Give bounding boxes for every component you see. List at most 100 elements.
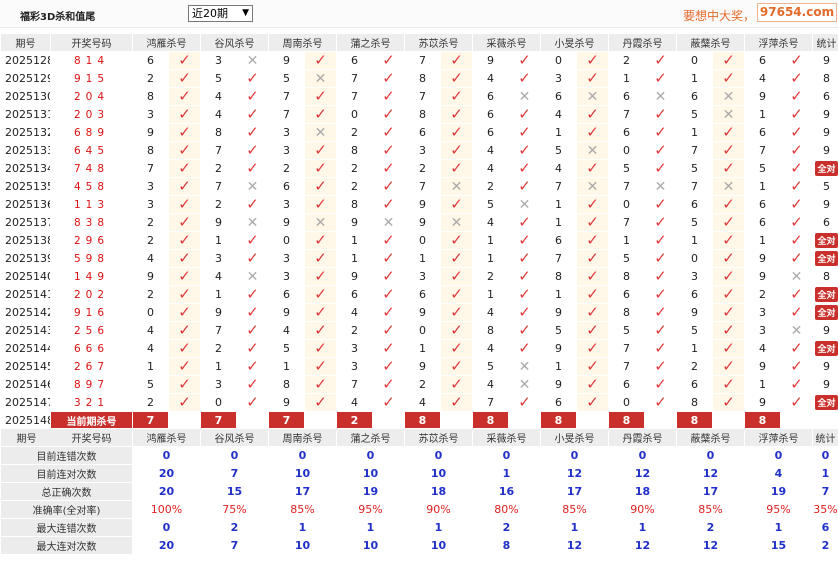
result-mark-cell: ✓ [372,141,405,160]
result-mark-cell: ✓ [168,195,201,214]
kill-number-cell: 5 [676,213,713,232]
kill-number-cell: 0 [608,141,645,160]
check-icon: ✓ [178,375,191,393]
table-row: 2025143 256 4 ✓ 7 ✓ 4 ✓ 2 ✓ 0 ✓ 8 ✓ 5 ✓ 5 ✓ 5 ✓ 3 ✕ 9 [0,321,838,340]
kill-number-cell: 1 [540,123,577,142]
stats-value: 0 [744,446,813,465]
cross-icon: ✕ [246,268,259,285]
result-mark-cell: ✓ [644,393,677,412]
check-icon: ✓ [178,141,191,159]
draw-number-cell: 689 [50,123,133,142]
stats-value: 10 [336,536,405,555]
table-row: 2025141 202 2 ✓ 1 ✓ 6 ✓ 6 ✓ 6 ✓ 1 ✓ 1 ✓ 6 ✓ 6 ✓ 2 ✓ 全对 [0,285,838,304]
result-mark-cell: ✓ [440,249,473,268]
result-mark-cell: ✓ [780,159,813,178]
stats-value: 85% [540,500,609,519]
stats-value: 0 [336,446,405,465]
result-mark-cell: ✓ [780,375,813,394]
draw-number-cell: 113 [50,195,133,214]
result-mark-cell: ✓ [440,285,473,304]
check-icon: ✓ [518,141,531,159]
check-icon: ✓ [178,123,191,141]
kill-number-cell: 0 [336,105,373,124]
result-mark-cell: ✓ [644,141,677,160]
result-mark-cell: ✓ [644,249,677,268]
check-icon: ✓ [246,303,259,321]
result-mark-cell: ✓ [780,357,813,376]
kill-number-cell: 1 [676,69,713,88]
cross-icon: ✕ [518,358,531,375]
site-badge[interactable]: 97654.com [757,3,837,22]
result-mark-cell: ✕ [644,177,677,196]
stats-value: 19 [336,482,405,501]
check-icon: ✓ [450,123,463,141]
kill-number-cell: 5 [472,357,509,376]
kill-number-cell: 9 [268,213,305,232]
check-icon: ✓ [314,105,327,123]
stat-cell: 9 [812,105,838,124]
check-icon: ✓ [518,51,531,69]
result-mark-cell: ✓ [780,285,813,304]
cross-icon: ✕ [314,124,327,141]
check-icon: ✓ [654,51,667,69]
result-mark-cell: ✓ [508,123,541,142]
draw-number-cell: 321 [50,393,133,412]
stats-value: 0 [268,446,337,465]
result-mark-cell: ✓ [780,177,813,196]
result-mark-cell: ✓ [440,51,473,70]
blank-cell [372,411,405,430]
blank-cell [712,411,745,430]
kill-number-cell: 4 [744,69,781,88]
kill-number-cell: 0 [676,249,713,268]
result-mark-cell: ✓ [168,159,201,178]
check-icon: ✓ [790,249,803,267]
result-mark-cell: ✓ [304,303,337,322]
kill-number-cell: 6 [472,87,509,106]
top-bar: 福彩3D杀和值尾 近20期 ▼ 要想中大奖， 97654.com [0,0,838,28]
stats-value: 12 [608,536,677,555]
check-icon: ✓ [790,159,803,177]
column-header-draw: 开奖号码 [71,434,112,445]
cross-icon: ✕ [654,178,667,195]
check-icon: ✓ [178,285,191,303]
check-icon: ✓ [314,249,327,267]
result-mark-cell: ✓ [372,69,405,88]
result-mark-cell: ✓ [780,213,813,232]
stats-value: 12 [540,536,609,555]
period-select[interactable]: 近20期 ▼ [188,5,253,22]
check-icon: ✓ [382,51,395,69]
kill-number-cell: 5 [676,105,713,124]
result-mark-cell: ✓ [508,105,541,124]
result-mark-cell: ✓ [712,69,745,88]
result-mark-cell: ✓ [372,339,405,358]
kill-number-cell: 7 [404,177,441,196]
result-mark-cell: ✓ [780,339,813,358]
result-mark-cell: ✓ [712,159,745,178]
kill-number-cell: 3 [268,267,305,286]
result-mark-cell: ✓ [372,249,405,268]
result-mark-cell: ✓ [168,375,201,394]
table-row: 2025128 814 6 ✓ 3 ✕ 9 ✓ 6 ✓ 7 ✓ 9 ✓ 0 ✓ 2 ✓ 0 ✓ 6 ✓ 9 [0,51,838,70]
result-mark-cell: ✓ [168,213,201,232]
result-mark-cell: ✓ [780,303,813,322]
kill-number-cell: 8 [676,393,713,412]
result-mark-cell: ✓ [576,231,609,250]
kill-number-cell: 8 [336,195,373,214]
result-mark-cell: ✓ [372,87,405,106]
check-icon: ✓ [722,285,735,303]
result-mark-cell: ✕ [644,87,677,106]
check-icon: ✓ [586,375,599,393]
stats-header-row: 期号 开奖号码 鸿雁杀号 谷风杀号 周南杀号 蒲之杀号 苏苡杀号 采薇杀号 小旻杀号 丹霞杀号 蔽蘖… [0,428,838,447]
check-icon: ✓ [518,177,531,195]
kill-number-table: 期号 开奖号码 鸿雁杀号 谷风杀号 周南杀号 蒲之杀号 苏苡杀号 采薇杀号 小旻杀号 丹霞杀号 蔽蘖… [0,33,838,430]
result-mark-cell: ✓ [168,51,201,70]
stats-value: 90% [404,500,473,519]
kill-number-cell: 4 [404,393,441,412]
stat-cell: 全对 [812,231,838,250]
stats-value: 75% [200,500,269,519]
chevron-down-icon: ▼ [242,8,249,18]
result-mark-cell: ✓ [372,195,405,214]
result-mark-cell: ✓ [372,105,405,124]
cross-icon: ✕ [722,88,735,105]
result-mark-cell: ✕ [576,87,609,106]
